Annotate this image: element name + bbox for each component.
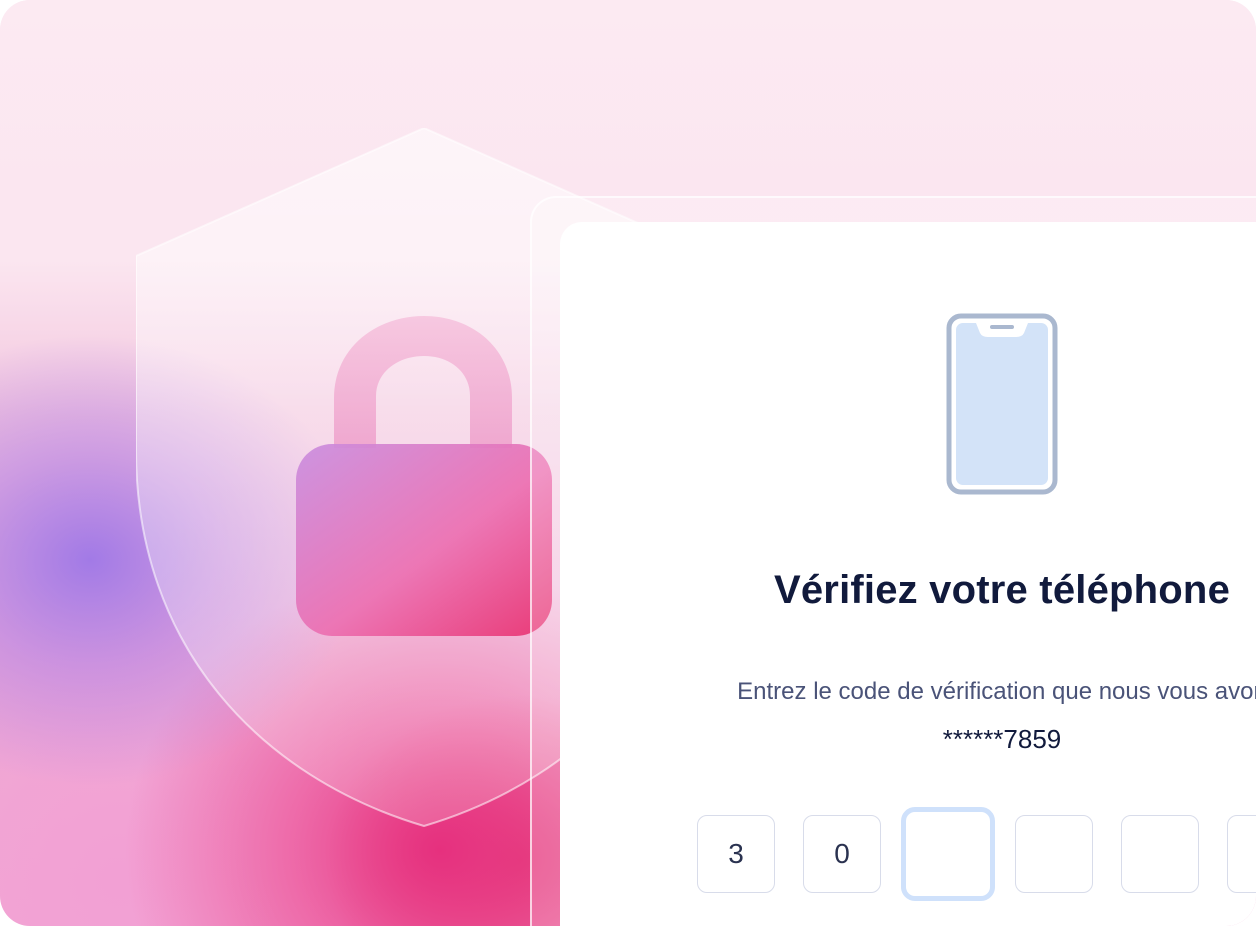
code-digit-input-2[interactable]: 0 — [803, 815, 881, 893]
code-digit-input-4[interactable] — [1015, 815, 1093, 893]
phone-icon — [946, 313, 1058, 495]
code-digit-input-3[interactable] — [901, 807, 995, 901]
code-digit-input-1[interactable]: 3 — [697, 815, 775, 893]
verification-card: Vérifiez votre téléphone Entrez le code … — [560, 222, 1256, 926]
page-title: Vérifiez votre téléphone — [773, 568, 1231, 612]
instruction-text: Entrez le code de vérification que nous … — [737, 678, 1256, 705]
code-digit-input-6[interactable] — [1227, 815, 1256, 893]
lock-body — [296, 444, 552, 636]
code-digit-input-5[interactable] — [1121, 815, 1199, 893]
masked-phone-number: ******7859 — [942, 724, 1062, 754]
hero-illustration: Vérifiez votre téléphone Entrez le code … — [0, 0, 1256, 926]
